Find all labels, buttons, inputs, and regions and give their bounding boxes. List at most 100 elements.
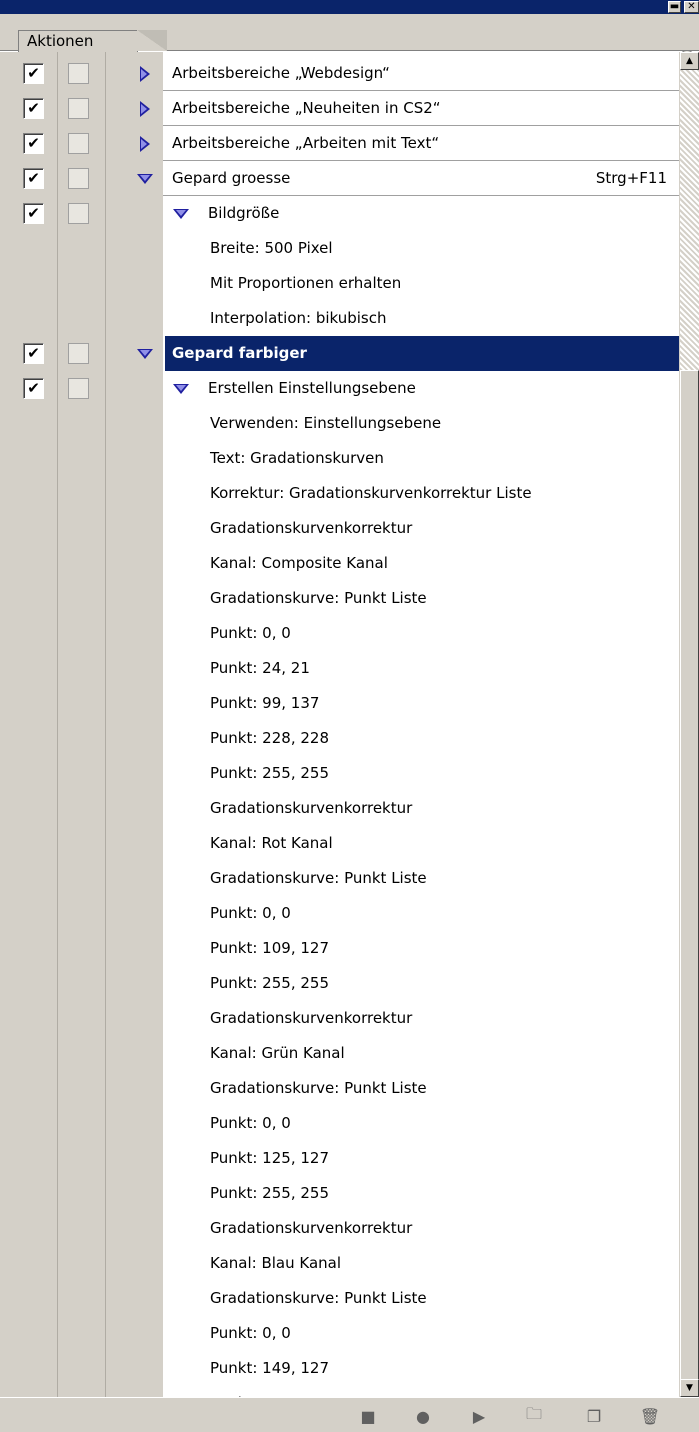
action-label: Mit Proportionen erhalten	[210, 274, 402, 292]
action-row[interactable]: Kanal: Rot Kanal	[0, 826, 679, 861]
play-button[interactable]: ▶	[469, 1406, 489, 1426]
action-row[interactable]: Punkt: 0, 0	[0, 1106, 679, 1141]
action-row[interactable]: Kanal: Blau Kanal	[0, 1246, 679, 1281]
action-label: Punkt: 228, 228	[210, 729, 329, 747]
toggle-item-checkbox[interactable]: ✔	[23, 378, 44, 399]
action-label: Punkt: 0, 0	[210, 1114, 291, 1132]
stop-icon: ■	[360, 1406, 376, 1426]
action-label: Gradationskurvenkorrektur	[210, 799, 413, 817]
action-row[interactable]: Gradationskurve: Punkt Liste	[0, 1281, 679, 1316]
action-row[interactable]: Interpolation: bikubisch	[0, 301, 679, 336]
toggle-item-checkbox[interactable]: ✔	[23, 343, 44, 364]
action-row[interactable]: Punkt: 99, 137	[0, 686, 679, 721]
action-row[interactable]: ✔ Arbeitsbereiche „Webdesign“	[0, 56, 679, 91]
toggle-dialog-checkbox[interactable]	[68, 378, 89, 399]
action-label: Arbeitsbereiche „Webdesign“	[172, 64, 390, 82]
new-page-icon: ❐	[586, 1406, 602, 1426]
toggle-item-checkbox[interactable]: ✔	[23, 133, 44, 154]
scroll-down-icon: ▼	[686, 1383, 693, 1393]
toggle-item-checkbox[interactable]: ✔	[23, 98, 44, 119]
delete-button[interactable]: 🗑	[640, 1406, 660, 1426]
scroll-track[interactable]	[680, 70, 699, 370]
vertical-scrollbar[interactable]: ▲ ▼	[679, 52, 699, 1400]
action-row[interactable]: Text: Gradationskurven	[0, 441, 679, 476]
action-row[interactable]: ✔ Gepard groesse Strg+F11	[0, 161, 679, 196]
checkmark-icon: ✔	[27, 379, 40, 397]
action-label: Text: Gradationskurven	[210, 449, 384, 467]
toggle-dialog-checkbox[interactable]	[68, 63, 89, 84]
expanded-triangle-icon[interactable]	[137, 161, 153, 196]
close-button[interactable]: ✕	[684, 1, 699, 13]
new-set-button[interactable]: 🗀	[524, 1404, 544, 1426]
shortcut-label: Strg+F11	[595, 169, 667, 187]
toggle-dialog-checkbox[interactable]	[68, 133, 89, 154]
toggle-dialog-checkbox[interactable]	[68, 343, 89, 364]
action-label: Punkt: 255, 255	[210, 764, 329, 782]
tab-aktionen[interactable]: Aktionen	[18, 30, 138, 52]
action-label: Punkt: 0, 0	[210, 624, 291, 642]
toggle-item-checkbox[interactable]: ✔	[23, 203, 44, 224]
scroll-down-button[interactable]: ▼	[680, 1379, 699, 1397]
action-row[interactable]: ✔ Arbeitsbereiche „Arbeiten mit Text“	[0, 126, 679, 161]
scroll-up-button[interactable]: ▲	[680, 52, 699, 70]
stop-button[interactable]: ■	[358, 1406, 378, 1426]
action-label: Gepard groesse	[172, 169, 291, 187]
toggle-item-checkbox[interactable]: ✔	[23, 63, 44, 84]
toggle-item-checkbox[interactable]: ✔	[23, 168, 44, 189]
action-label: Punkt: 99, 137	[210, 694, 320, 712]
record-button[interactable]: ●	[413, 1406, 433, 1426]
actions-toolbar: ■ ● ▶ 🗀 ❐ 🗑	[0, 1397, 699, 1432]
action-row[interactable]: ✔ Bildgröße	[0, 196, 679, 231]
action-row[interactable]: ✔ Erstellen Einstellungsebene	[0, 371, 679, 406]
panel-title-bar[interactable]: ▬ ✕	[0, 0, 699, 14]
action-row[interactable]: Gradationskurvenkorrektur	[0, 1001, 679, 1036]
action-row[interactable]: Verwenden: Einstellungsebene	[0, 406, 679, 441]
action-row[interactable]: Breite: 500 Pixel	[0, 231, 679, 266]
trash-icon: 🗑	[639, 1406, 661, 1426]
minimize-button[interactable]: ▬	[668, 1, 681, 13]
action-row[interactable]: Kanal: Composite Kanal	[0, 546, 679, 581]
action-row[interactable]: Punkt: 125, 127	[0, 1141, 679, 1176]
action-row[interactable]: Punkt: 255, 255	[0, 1176, 679, 1211]
action-row[interactable]: Gradationskurvenkorrektur	[0, 791, 679, 826]
action-label: Erstellen Einstellungsebene	[208, 379, 416, 397]
action-row[interactable]: Punkt: 24, 21	[0, 651, 679, 686]
action-row[interactable]: Korrektur: Gradationskurvenkorrektur Lis…	[0, 476, 679, 511]
collapsed-triangle-icon[interactable]	[137, 91, 153, 126]
action-row[interactable]: Punkt: 0, 0	[0, 1316, 679, 1351]
action-label: Punkt: 0, 0	[210, 904, 291, 922]
action-label: Punkt: 109, 127	[210, 939, 329, 957]
action-row[interactable]: Punkt: 0, 0	[0, 616, 679, 651]
action-row[interactable]: Kanal: Grün Kanal	[0, 1036, 679, 1071]
action-row[interactable]: Punkt: 255, 255	[0, 756, 679, 791]
expanded-triangle-icon[interactable]	[137, 336, 153, 371]
action-row[interactable]: ✔ Arbeitsbereiche „Neuheiten in CS2“	[0, 91, 679, 126]
action-label: Kanal: Grün Kanal	[210, 1044, 345, 1062]
action-row[interactable]: Punkt: 149, 127	[0, 1351, 679, 1386]
action-row[interactable]: Gradationskurvenkorrektur	[0, 511, 679, 546]
action-row[interactable]: Punkt: 255, 255	[0, 966, 679, 1001]
action-row[interactable]: Gradationskurvenkorrektur	[0, 1211, 679, 1246]
action-label: Gradationskurve: Punkt Liste	[210, 589, 427, 607]
toggle-dialog-checkbox[interactable]	[68, 203, 89, 224]
action-row[interactable]: Gradationskurve: Punkt Liste	[0, 581, 679, 616]
collapsed-triangle-icon[interactable]	[137, 126, 153, 161]
action-row[interactable]: Punkt: 0, 0	[0, 896, 679, 931]
action-label: Arbeitsbereiche „Arbeiten mit Text“	[172, 134, 440, 152]
action-row[interactable]: Gradationskurve: Punkt Liste	[0, 861, 679, 896]
action-row[interactable]: Punkt: 109, 127	[0, 931, 679, 966]
action-row[interactable]: Punkt: 228, 228	[0, 721, 679, 756]
checkmark-icon: ✔	[27, 204, 40, 222]
action-row[interactable]: Gradationskurve: Punkt Liste	[0, 1071, 679, 1106]
action-label: Interpolation: bikubisch	[210, 309, 387, 327]
new-action-button[interactable]: ❐	[584, 1406, 604, 1426]
toggle-dialog-checkbox[interactable]	[68, 168, 89, 189]
expanded-triangle-icon[interactable]	[173, 196, 189, 231]
action-label: Punkt: 149, 127	[210, 1359, 329, 1377]
collapsed-triangle-icon[interactable]	[137, 56, 153, 91]
action-row[interactable]: ✔ Gepard farbiger	[0, 336, 679, 371]
action-row[interactable]: Mit Proportionen erhalten	[0, 266, 679, 301]
scroll-thumb[interactable]	[680, 370, 699, 1400]
toggle-dialog-checkbox[interactable]	[68, 98, 89, 119]
expanded-triangle-icon[interactable]	[173, 371, 189, 406]
